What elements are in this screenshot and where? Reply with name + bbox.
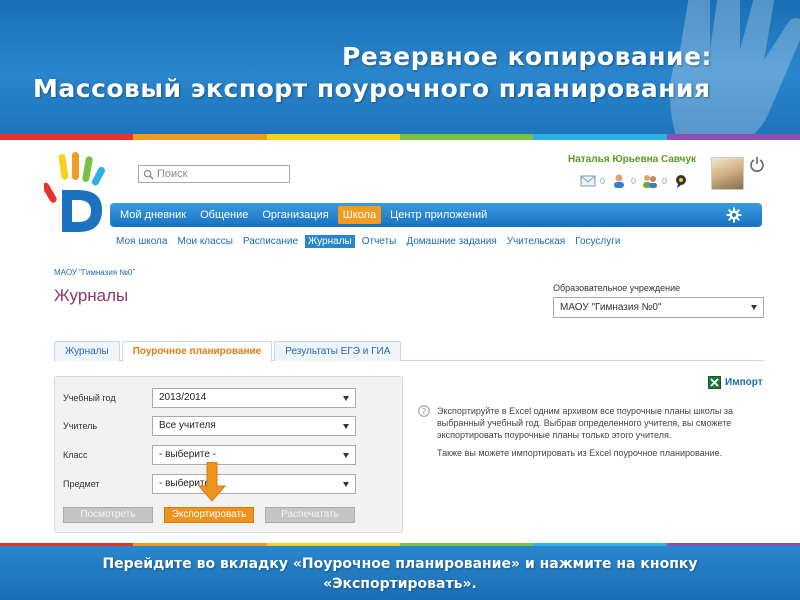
chat-counter[interactable] (673, 173, 693, 189)
subject-label: Предмет (63, 479, 100, 489)
chevron-down-icon (343, 482, 349, 487)
nav-item-my-diary[interactable]: Мой дневник (115, 206, 191, 224)
dnevnik-logo-icon (44, 152, 105, 232)
people-icon (643, 175, 658, 188)
search-input[interactable]: Поиск (138, 165, 290, 183)
slide-title-line2: Массовый экспорт поурочного планирования (33, 74, 711, 103)
people-counter[interactable]: 0 (642, 173, 667, 189)
org-label: Образовательное учреждение (553, 283, 681, 293)
sub-item-my-classes[interactable]: Мои классы (174, 235, 235, 248)
year-select[interactable]: 2013/2014 (152, 388, 356, 408)
sub-item-homework[interactable]: Домашние задания (403, 235, 499, 248)
messages-counter[interactable]: 0 (580, 173, 605, 189)
slide-title-line1: Резервное копирование: (342, 42, 713, 71)
avatar[interactable] (711, 157, 744, 190)
nav-item-organization[interactable]: Организация (257, 206, 333, 224)
user-name-link[interactable]: Наталья Юрьевна Савчук (568, 154, 696, 165)
chevron-down-icon (343, 396, 349, 401)
sub-item-gov-services[interactable]: Госуслуги (572, 235, 623, 248)
excel-icon (708, 376, 721, 389)
org-select[interactable]: МАОУ "Гимназия №0" (553, 297, 764, 318)
nav-item-communication[interactable]: Общение (195, 206, 253, 224)
info-icon: ? (418, 405, 430, 417)
person-counter[interactable]: 0 (611, 173, 636, 189)
info-text-import: Также вы можете импортировать из Excel п… (437, 448, 723, 458)
sub-item-schedule[interactable]: Расписание (240, 235, 301, 248)
print-button[interactable]: Распечатать (265, 507, 355, 523)
tab-exam-results[interactable]: Результаты ЕГЭ и ГИА (274, 341, 402, 361)
teacher-select-value: Все учителя (159, 420, 216, 431)
main-nav: Мой дневник Общение Организация Школа Це… (110, 203, 762, 227)
class-select[interactable]: - выберите - (152, 445, 356, 465)
teacher-label: Учитель (63, 421, 98, 431)
tab-journals[interactable]: Журналы (54, 341, 120, 361)
info-block: ? Экспортируйте в Excel одним архивом вс… (418, 405, 766, 459)
export-button[interactable]: Экспортировать (164, 507, 254, 523)
export-form-panel: Учебный год 2013/2014 Учитель Все учител… (54, 376, 403, 533)
search-icon (143, 169, 154, 180)
nav-item-app-center[interactable]: Центр приложений (385, 206, 492, 224)
notification-counters: 0 0 0 (580, 173, 699, 189)
subject-select[interactable]: - выберите - (152, 474, 356, 494)
person-icon (614, 174, 625, 188)
chevron-down-icon (343, 424, 349, 429)
page-title: Журналы (54, 286, 129, 305)
chat-icon (676, 175, 687, 188)
footer-line1: Перейдите во вкладку «Поурочное планиров… (102, 556, 698, 572)
slide-footer: Перейдите во вкладку «Поурочное планиров… (0, 546, 800, 600)
import-label: Импорт (725, 377, 763, 388)
footer-line2: «Экспортировать». (323, 576, 477, 592)
sub-item-reports[interactable]: Отчеты (359, 235, 400, 248)
mail-icon (580, 175, 596, 187)
year-select-value: 2013/2014 (159, 392, 207, 403)
view-button[interactable]: Посмотреть (63, 507, 153, 523)
info-text-export: Экспортируйте в Excel одним архивом все … (437, 406, 733, 440)
gear-icon[interactable] (726, 207, 742, 223)
class-select-value: - выберите - (159, 449, 217, 460)
person-count: 0 (631, 176, 637, 186)
slide-header: Резервное копирование: Массовый экспорт … (0, 0, 800, 134)
arrow-down-icon (198, 462, 226, 502)
search-placeholder: Поиск (157, 168, 188, 180)
messages-count: 0 (600, 176, 606, 186)
year-label: Учебный год (63, 393, 116, 403)
people-count: 0 (662, 176, 668, 186)
teacher-select[interactable]: Все учителя (152, 416, 356, 436)
sub-item-my-school[interactable]: Моя школа (113, 235, 170, 248)
svg-text:?: ? (422, 407, 426, 416)
org-select-value: МАОУ "Гимназия №0" (560, 302, 662, 313)
sub-item-journals[interactable]: Журналы (305, 235, 355, 248)
tab-bar: Журналы Поурочное планирование Результат… (54, 341, 764, 362)
class-label: Класс (63, 450, 88, 460)
tab-lesson-planning[interactable]: Поурочное планирование (121, 341, 273, 362)
nav-item-school[interactable]: Школа (337, 206, 382, 224)
chevron-down-icon (751, 305, 757, 310)
power-icon[interactable] (749, 156, 765, 172)
sub-item-teachers-room[interactable]: Учительская (504, 235, 568, 248)
import-link[interactable]: Импорт (708, 376, 763, 389)
chevron-down-icon (343, 453, 349, 458)
rainbow-stripe (0, 134, 800, 140)
sub-nav: Моя школа Мои классы Расписание Журналы … (113, 235, 627, 248)
breadcrumb[interactable]: МАОУ "Гимназия №0" (54, 268, 135, 277)
